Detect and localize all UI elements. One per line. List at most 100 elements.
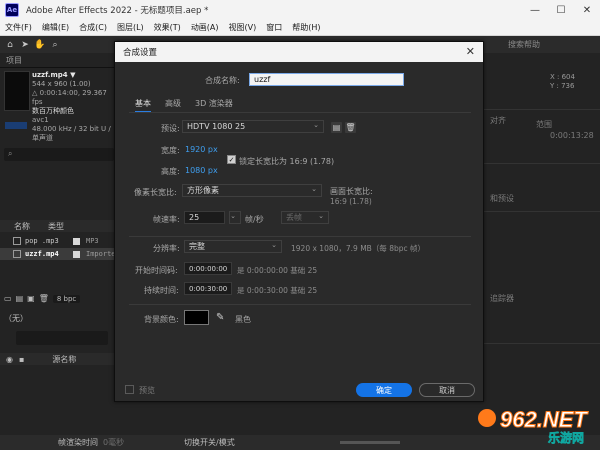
tab-3d-renderer[interactable]: 3D 渲染器 — [195, 98, 233, 113]
menu-effect[interactable]: 效果(T) — [149, 22, 186, 33]
height-value[interactable]: 1080 px — [185, 166, 218, 175]
menu-help[interactable]: 帮助(H) — [287, 22, 325, 33]
trash-icon[interactable]: 🗑 — [39, 294, 49, 303]
project-footer: ▭ ▤ ▣ 🗑 8 bpc — [4, 294, 81, 303]
ok-button[interactable]: 确定 — [356, 383, 412, 397]
start-timecode-label: 开始时间码: — [135, 266, 178, 275]
video-file-icon — [13, 250, 21, 258]
audio-waveform-icon — [5, 122, 27, 129]
cancel-button[interactable]: 取消 — [419, 383, 475, 397]
start-timecode-input[interactable]: 0:00:00:00 — [184, 262, 232, 275]
new-composition-icon[interactable]: ▣ — [27, 294, 35, 303]
frame-rate-input[interactable]: 25 — [184, 211, 225, 224]
minimize-button[interactable]: — — [522, 0, 548, 20]
column-type[interactable]: 类型 — [48, 221, 64, 232]
duration-input[interactable]: 0:00:30:00 — [184, 282, 232, 295]
maximize-button[interactable]: ☐ — [548, 0, 574, 20]
home-icon[interactable]: ⌂ — [4, 39, 16, 51]
visibility-eye-icon[interactable]: ◉ — [6, 355, 13, 364]
save-preset-icon[interactable]: ▤ — [331, 122, 342, 133]
hand-tool-icon[interactable]: ✋ — [34, 39, 46, 51]
menu-edit[interactable]: 编辑(E) — [37, 22, 74, 33]
divider — [129, 304, 471, 305]
menu-view[interactable]: 视图(V) — [224, 22, 262, 33]
menu-layer[interactable]: 图层(L) — [112, 22, 149, 33]
search-help-field[interactable]: 搜索帮助 — [508, 39, 540, 50]
preset-dropdown[interactable]: HDTV 1080 25 ⌄ — [182, 120, 324, 133]
menu-file[interactable]: 文件(F) — [0, 22, 37, 33]
selection-tool-icon[interactable]: ➤ — [19, 39, 31, 51]
dialog-title: 合成设置 — [123, 48, 158, 58]
close-window-button[interactable]: ✕ — [574, 0, 600, 20]
background-color-swatch[interactable] — [184, 310, 209, 325]
project-search-input[interactable]: ⌕ — [4, 148, 114, 161]
eyedropper-icon[interactable]: ✎ — [216, 312, 224, 323]
menu-window[interactable]: 窗口 — [261, 22, 287, 33]
watermark-brand: 962.NET — [500, 407, 588, 432]
divider — [129, 236, 471, 237]
composition-name-input[interactable]: uzzf — [249, 73, 404, 86]
background-color-label: 背景颜色: — [144, 315, 179, 324]
width-value[interactable]: 1920 px — [185, 145, 218, 154]
list-item[interactable]: uzzf.mp4 Importe — [0, 248, 117, 260]
render-time-value: 0毫秒 — [103, 438, 125, 447]
list-item[interactable]: pop .mp3 MP3 — [0, 235, 117, 247]
zoom-slider[interactable] — [340, 441, 400, 444]
menu-composition[interactable]: 合成(C) — [74, 22, 112, 33]
height-label: 高度: — [161, 167, 180, 176]
composition-name-label: 合成名称: — [205, 76, 240, 85]
after-effects-logo-icon: Ae — [5, 3, 19, 17]
trash-icon[interactable]: 🗑 — [345, 122, 356, 133]
toggle-switches-modes[interactable]: 切换开关/模式 — [184, 437, 235, 448]
dialog-title-bar: 合成设置 ✕ — [115, 42, 483, 62]
tab-basic[interactable]: 基本 — [135, 98, 151, 113]
watermark-graphic-icon: 962.NET 乐游网 — [478, 407, 589, 445]
label-color-swatch[interactable] — [73, 237, 80, 245]
width-label: 宽度: — [161, 146, 180, 155]
lock-aspect-checkbox[interactable]: ✓ — [227, 155, 236, 164]
footage-dimensions: 544 x 960 (1.00) — [32, 80, 91, 88]
drop-frame-value: 丢帧 — [286, 213, 302, 222]
range-label: 范围 — [536, 120, 552, 129]
resolution-info: 1920 x 1080，7.9 MB（每 8bpc 帧） — [291, 244, 425, 253]
drop-frame-dropdown: 丢帧 ⌄ — [281, 211, 329, 224]
footage-audio: 48.000 kHz / 32 bit U / 单声道 — [32, 125, 111, 142]
file-name: uzzf.mp4 — [25, 250, 59, 258]
duration-info: 是 0:00:30:00 基础 25 — [237, 286, 318, 295]
bit-depth-button[interactable]: 8 bpc — [52, 294, 81, 303]
timeline-column-header: ◉ ▪ 源名称 — [0, 353, 117, 365]
project-tab[interactable]: 项目 — [0, 53, 117, 68]
new-folder-icon[interactable]: ▤ — [16, 294, 24, 303]
footage-colors: 数百万种颜色 — [32, 107, 74, 115]
divider — [484, 343, 600, 344]
resolution-dropdown[interactable]: 完整 ⌄ — [184, 240, 282, 253]
timeline-search-input[interactable] — [16, 331, 108, 345]
timeline-tab[interactable]: （无） — [4, 313, 28, 324]
preset-value: HDTV 1080 25 — [187, 122, 246, 131]
label-color-swatch[interactable] — [73, 250, 80, 258]
column-name[interactable]: 名称 — [14, 221, 30, 232]
file-type: Importe — [86, 250, 116, 258]
search-icon: ⌕ — [8, 149, 13, 158]
tab-advanced[interactable]: 高级 — [165, 98, 181, 113]
interpret-footage-icon[interactable]: ▭ — [4, 294, 12, 303]
window-title: Adobe After Effects 2022 - 无标题项目.aep * — [26, 6, 209, 16]
footage-thumbnail — [4, 71, 30, 111]
zoom-tool-icon[interactable]: ⌕ — [49, 39, 61, 51]
pixel-aspect-dropdown[interactable]: 方形像素 ⌄ — [182, 184, 322, 197]
x-coordinate: X : 604 — [550, 73, 575, 81]
file-type: MP3 — [86, 237, 99, 245]
preview-checkbox[interactable] — [125, 385, 134, 394]
lock-icon[interactable]: ▪ — [19, 355, 24, 364]
preset-label: 预设: — [161, 124, 180, 133]
close-icon[interactable]: ✕ — [466, 45, 475, 58]
menu-animation[interactable]: 动画(A) — [186, 22, 224, 33]
column-source-name: 源名称 — [52, 354, 77, 364]
footage-duration: △ 0:00:14:00, 29.367 fps — [32, 89, 107, 106]
tab-divider — [129, 112, 471, 113]
project-panel: 项目 uzzf.mp4 ▼ 544 x 960 (1.00) △ 0:00:14… — [0, 53, 117, 303]
right-panel: X : 604 Y : 736 对齐 范围 0:00:13:28 和预设 追踪器 — [484, 53, 600, 435]
duration-label: 持续时间: — [144, 286, 179, 295]
frame-rate-dropdown[interactable]: ⌄ — [229, 211, 241, 224]
audio-file-icon — [13, 237, 21, 245]
